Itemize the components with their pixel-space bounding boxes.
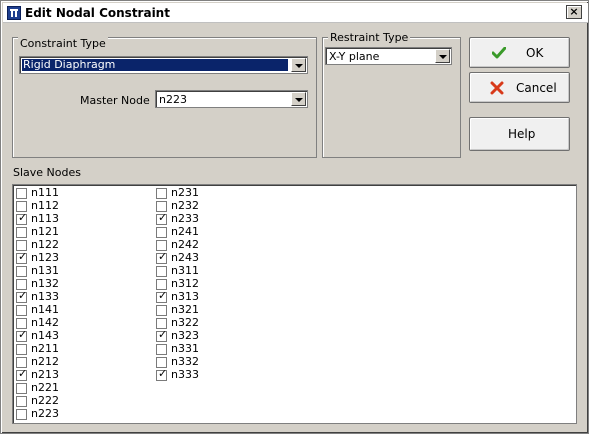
slave-node-name: n121 <box>31 225 59 238</box>
slave-node-name: n222 <box>31 394 59 407</box>
slave-node-checkbox[interactable] <box>156 329 167 342</box>
slave-node-checkbox[interactable] <box>16 329 27 342</box>
slave-node-checkbox[interactable] <box>156 305 167 316</box>
cancel-button[interactable]: Cancel <box>469 72 570 103</box>
master-node-value: n223 <box>159 93 187 106</box>
slave-node-checkbox[interactable] <box>16 251 27 264</box>
slave-node-name: n112 <box>31 199 59 212</box>
slave-node-checkbox[interactable] <box>156 188 167 199</box>
restraint-type-select[interactable]: X-Y plane <box>325 47 452 65</box>
slave-node-checkbox[interactable] <box>16 212 27 225</box>
ok-button[interactable]: OK <box>469 37 570 68</box>
cancel-label: Cancel <box>516 81 557 95</box>
slave-node-checkbox[interactable] <box>156 212 167 225</box>
slave-node-name: n331 <box>171 342 199 355</box>
slave-node-name: n133 <box>31 290 59 303</box>
constraint-type-group: Constraint Type Rigid Diaphragm Master N… <box>12 37 317 158</box>
slave-nodes-list[interactable]: n111n112n113n121n122n123n131n132n133n141… <box>12 184 577 424</box>
slave-node-name: n233 <box>171 212 199 225</box>
slave-node-name: n131 <box>31 264 59 277</box>
slave-node-checkbox[interactable] <box>156 344 167 355</box>
slave-node-name: n243 <box>171 251 199 264</box>
edit-nodal-constraint-dialog: Edit Nodal Constraint × Constraint Type … <box>0 0 589 434</box>
slave-node-checkbox[interactable] <box>16 290 27 303</box>
slave-node-name: n221 <box>31 381 59 394</box>
slave-node-name: n321 <box>171 303 199 316</box>
chevron-down-icon[interactable] <box>291 92 306 106</box>
close-button[interactable]: × <box>566 5 582 19</box>
slave-node-name: n313 <box>171 290 199 303</box>
slave-node-name: n141 <box>31 303 59 316</box>
slave-node-checkbox[interactable] <box>16 383 27 394</box>
slave-node-name: n312 <box>171 277 199 290</box>
slave-node-checkbox[interactable] <box>16 344 27 355</box>
slave-node-name: n123 <box>31 251 59 264</box>
slave-nodes-column-1: n111n112n113n121n122n123n131n132n133n141… <box>16 187 156 423</box>
slave-node-name: n213 <box>31 368 59 381</box>
slave-nodes-column-2: n231n232n233n241n242n243n311n312n313n321… <box>156 187 296 423</box>
dialog-title: Edit Nodal Constraint <box>25 6 170 20</box>
slave-node-name: n241 <box>171 225 199 238</box>
slave-node-checkbox[interactable] <box>156 290 167 303</box>
slave-node-name: n143 <box>31 329 59 342</box>
slave-node-checkbox[interactable] <box>16 266 27 277</box>
ok-label: OK <box>526 46 544 60</box>
slave-node-name: n231 <box>171 186 199 199</box>
restraint-type-group: Restraint Type X-Y plane <box>322 31 461 158</box>
slave-node-name: n332 <box>171 355 199 368</box>
slave-node-name: n142 <box>31 316 59 329</box>
slave-node-name: n132 <box>31 277 59 290</box>
slave-node-item[interactable]: n333 <box>156 368 286 382</box>
app-icon <box>7 6 21 20</box>
master-node-select[interactable]: n223 <box>155 90 308 108</box>
slave-node-name: n322 <box>171 316 199 329</box>
slave-node-name: n223 <box>31 407 59 420</box>
slave-nodes-label: Slave Nodes <box>13 166 81 179</box>
slave-node-checkbox[interactable] <box>156 266 167 277</box>
slave-node-checkbox[interactable] <box>16 368 27 381</box>
slave-node-name: n111 <box>31 186 59 199</box>
title-bar[interactable]: Edit Nodal Constraint × <box>3 3 588 23</box>
slave-node-name: n212 <box>31 355 59 368</box>
slave-node-name: n232 <box>171 199 199 212</box>
chevron-down-icon[interactable] <box>291 58 306 72</box>
slave-node-checkbox[interactable] <box>16 409 27 420</box>
slave-node-name: n113 <box>31 212 59 225</box>
constraint-type-select[interactable]: Rigid Diaphragm <box>19 56 308 74</box>
slave-node-name: n122 <box>31 238 59 251</box>
slave-node-name: n211 <box>31 342 59 355</box>
slave-node-name: n311 <box>171 264 199 277</box>
slave-node-name: n333 <box>171 368 199 381</box>
slave-node-checkbox[interactable] <box>156 251 167 264</box>
cancel-x-icon <box>490 81 504 95</box>
slave-node-checkbox[interactable] <box>16 188 27 199</box>
help-label: Help <box>508 127 536 141</box>
slave-node-checkbox[interactable] <box>156 227 167 238</box>
restraint-type-value: X-Y plane <box>329 50 380 63</box>
checkmark-icon <box>492 47 506 59</box>
slave-node-name: n242 <box>171 238 199 251</box>
slave-node-name: n323 <box>171 329 199 342</box>
chevron-down-icon[interactable] <box>435 49 450 63</box>
slave-node-item[interactable]: n223 <box>16 408 146 421</box>
slave-node-checkbox[interactable] <box>16 227 27 238</box>
constraint-type-label: Constraint Type <box>18 37 108 50</box>
constraint-type-value: Rigid Diaphragm <box>22 59 288 71</box>
slave-node-checkbox[interactable] <box>16 396 27 407</box>
master-node-label: Master Node <box>80 94 150 107</box>
help-button[interactable]: Help <box>469 117 570 151</box>
slave-node-checkbox[interactable] <box>16 305 27 316</box>
restraint-type-label: Restraint Type <box>328 31 411 44</box>
slave-node-checkbox[interactable] <box>156 368 167 381</box>
